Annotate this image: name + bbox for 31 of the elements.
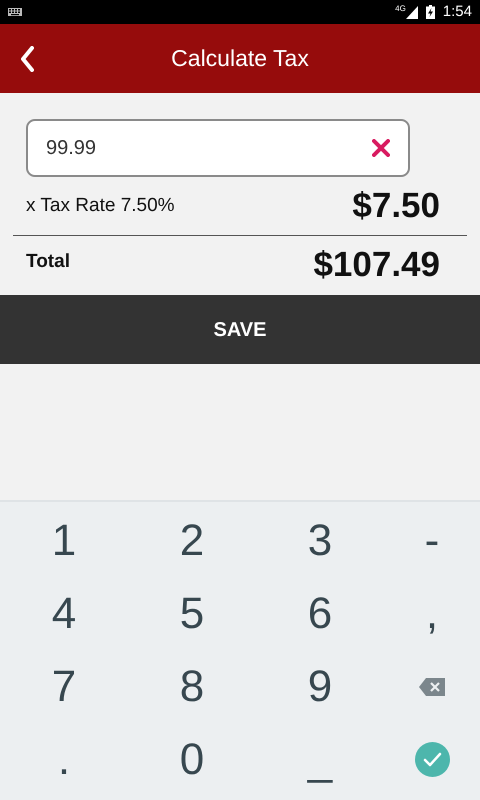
keypad-key[interactable]: 7 <box>0 650 128 723</box>
amount-field[interactable]: 99.99 <box>26 119 410 177</box>
keypad-key[interactable]: 9 <box>256 650 384 723</box>
battery-icon <box>426 5 435 19</box>
keypad-key[interactable]: , <box>384 577 480 650</box>
keypad-key[interactable]: 3 <box>256 504 384 577</box>
close-icon <box>372 139 390 157</box>
keypad-key[interactable]: 0 <box>128 723 256 796</box>
total-label: Total <box>26 250 70 274</box>
backspace-icon <box>419 678 445 696</box>
screen-title: Calculate Tax <box>171 44 309 74</box>
clear-button[interactable] <box>370 137 392 159</box>
signal-icon <box>406 6 418 18</box>
back-icon <box>20 46 34 72</box>
tax-rate-label: x Tax Rate 7.50% <box>26 194 175 218</box>
network-label: 4G <box>395 5 406 13</box>
keypad-key[interactable]: 1 <box>0 504 128 577</box>
total-amount: $107.49 <box>313 244 440 286</box>
clock: 1:54 <box>442 2 472 22</box>
keypad-key[interactable]: - <box>384 504 480 577</box>
keyboard-icon <box>8 8 22 16</box>
save-button[interactable]: SAVE <box>0 295 480 364</box>
check-icon <box>414 742 450 777</box>
keypad-key[interactable]: _ <box>256 723 384 796</box>
keypad-key[interactable]: 2 <box>128 504 256 577</box>
keypad-key[interactable]: 8 <box>128 650 256 723</box>
tax-amount: $7.50 <box>352 184 440 227</box>
keypad-key[interactable]: 4 <box>0 577 128 650</box>
keypad-key[interactable]: 6 <box>256 577 384 650</box>
keypad-key[interactable]: 5 <box>128 577 256 650</box>
keypad-key[interactable]: . <box>0 723 128 796</box>
